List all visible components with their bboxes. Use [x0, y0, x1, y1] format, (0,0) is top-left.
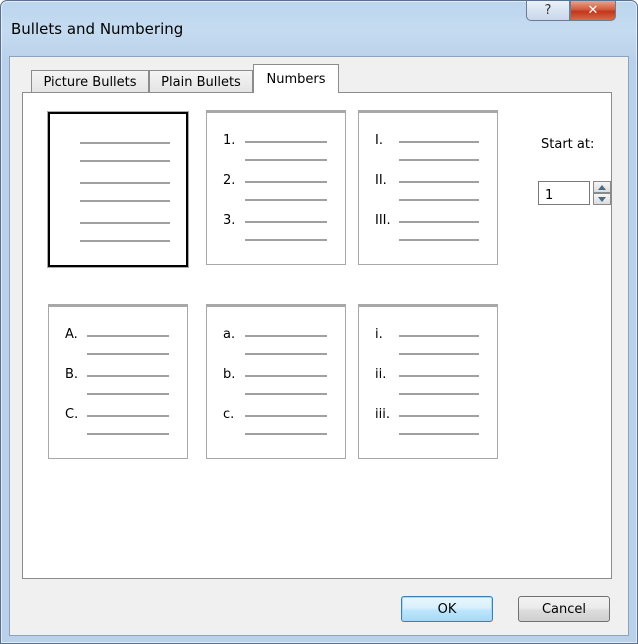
list-marker: 3. — [223, 213, 236, 228]
list-item: I. — [359, 133, 497, 175]
text-line — [80, 240, 170, 242]
text-line — [399, 239, 479, 241]
list-item — [50, 134, 186, 176]
text-line — [399, 181, 479, 183]
chevron-down-icon — [598, 196, 606, 202]
list-item: C. — [49, 407, 187, 449]
tab-plain-bullets[interactable]: Plain Bullets — [149, 70, 253, 94]
text-line — [245, 375, 327, 377]
text-line — [87, 393, 169, 395]
list-marker: C. — [65, 407, 79, 422]
list-marker: c. — [223, 407, 235, 422]
text-line — [245, 221, 327, 223]
list-item: b. — [207, 367, 345, 409]
list-marker: ii. — [375, 367, 387, 382]
text-line — [80, 160, 170, 162]
text-line — [399, 433, 479, 435]
list-item: III. — [359, 213, 497, 255]
list-item: iii. — [359, 407, 497, 449]
text-line — [399, 221, 479, 223]
list-item: A. — [49, 327, 187, 369]
text-line — [399, 141, 479, 143]
spin-down-button[interactable] — [593, 193, 611, 205]
list-marker: 1. — [223, 133, 236, 148]
spin-up-button[interactable] — [593, 181, 611, 193]
text-line — [245, 393, 327, 395]
list-item: 1. — [207, 133, 345, 175]
help-icon: ? — [544, 3, 552, 18]
tab-label: Numbers — [266, 71, 326, 87]
text-line — [245, 353, 327, 355]
start-at-label: Start at: — [541, 137, 595, 152]
text-line — [87, 415, 169, 417]
cancel-button[interactable]: Cancel — [518, 596, 610, 622]
tab-numbers[interactable]: Numbers — [253, 64, 339, 93]
list-item: II. — [359, 173, 497, 215]
list-item — [50, 174, 186, 216]
text-line — [245, 199, 327, 201]
list-marker: i. — [375, 327, 383, 342]
text-line — [87, 433, 169, 435]
text-line — [80, 182, 170, 184]
text-line — [399, 159, 479, 161]
list-marker: III. — [375, 213, 391, 228]
numbering-option-lower-roman[interactable]: i. ii. iii. — [358, 304, 498, 459]
text-line — [399, 415, 479, 417]
text-line — [80, 222, 170, 224]
list-item — [50, 214, 186, 256]
list-item: a. — [207, 327, 345, 369]
list-item: 2. — [207, 173, 345, 215]
close-icon: ✕ — [587, 3, 599, 18]
tab-label: Picture Bullets — [43, 75, 137, 90]
list-marker: 2. — [223, 173, 236, 188]
numbering-option-upper-alpha[interactable]: A. B. C. — [48, 304, 188, 459]
numbering-option-upper-roman[interactable]: I. II. III. — [358, 110, 498, 265]
numbering-option-arabic[interactable]: 1. 2. 3. — [206, 110, 346, 265]
dialog-title: Bullets and Numbering — [11, 20, 184, 38]
text-line — [87, 375, 169, 377]
text-line — [87, 353, 169, 355]
tab-picture-bullets[interactable]: Picture Bullets — [31, 70, 149, 94]
text-line — [245, 415, 327, 417]
numbering-option-lower-alpha[interactable]: a. b. c. — [206, 304, 346, 459]
dialog-window: Bullets and Numbering ? ✕ Picture Bullet… — [0, 0, 638, 644]
text-line — [245, 335, 327, 337]
text-line — [399, 375, 479, 377]
list-marker: B. — [65, 367, 79, 382]
list-item: i. — [359, 327, 497, 369]
text-line — [399, 393, 479, 395]
text-line — [245, 159, 327, 161]
numbering-option-none[interactable] — [48, 112, 188, 267]
text-line — [87, 335, 169, 337]
list-marker: a. — [223, 327, 236, 342]
ok-button-label: OK — [437, 601, 457, 617]
list-marker: A. — [65, 327, 78, 342]
cancel-button-label: Cancel — [541, 601, 587, 617]
tab-label: Plain Bullets — [161, 75, 241, 90]
list-item: B. — [49, 367, 187, 409]
list-marker: II. — [375, 173, 387, 188]
text-line — [245, 141, 327, 143]
list-marker: I. — [375, 133, 383, 148]
list-item: c. — [207, 407, 345, 449]
help-button[interactable]: ? — [526, 1, 570, 21]
text-line — [399, 353, 479, 355]
text-line — [245, 433, 327, 435]
close-button[interactable]: ✕ — [570, 1, 616, 21]
list-item: 3. — [207, 213, 345, 255]
list-marker: iii. — [375, 407, 390, 422]
text-line — [245, 239, 327, 241]
ok-button[interactable]: OK — [401, 596, 493, 622]
text-line — [399, 335, 479, 337]
text-line — [399, 199, 479, 201]
list-item: ii. — [359, 367, 497, 409]
list-marker: b. — [223, 367, 236, 382]
start-at-input[interactable] — [538, 181, 590, 205]
text-line — [80, 200, 170, 202]
chevron-up-icon — [598, 184, 606, 190]
text-line — [245, 181, 327, 183]
text-line — [80, 142, 170, 144]
